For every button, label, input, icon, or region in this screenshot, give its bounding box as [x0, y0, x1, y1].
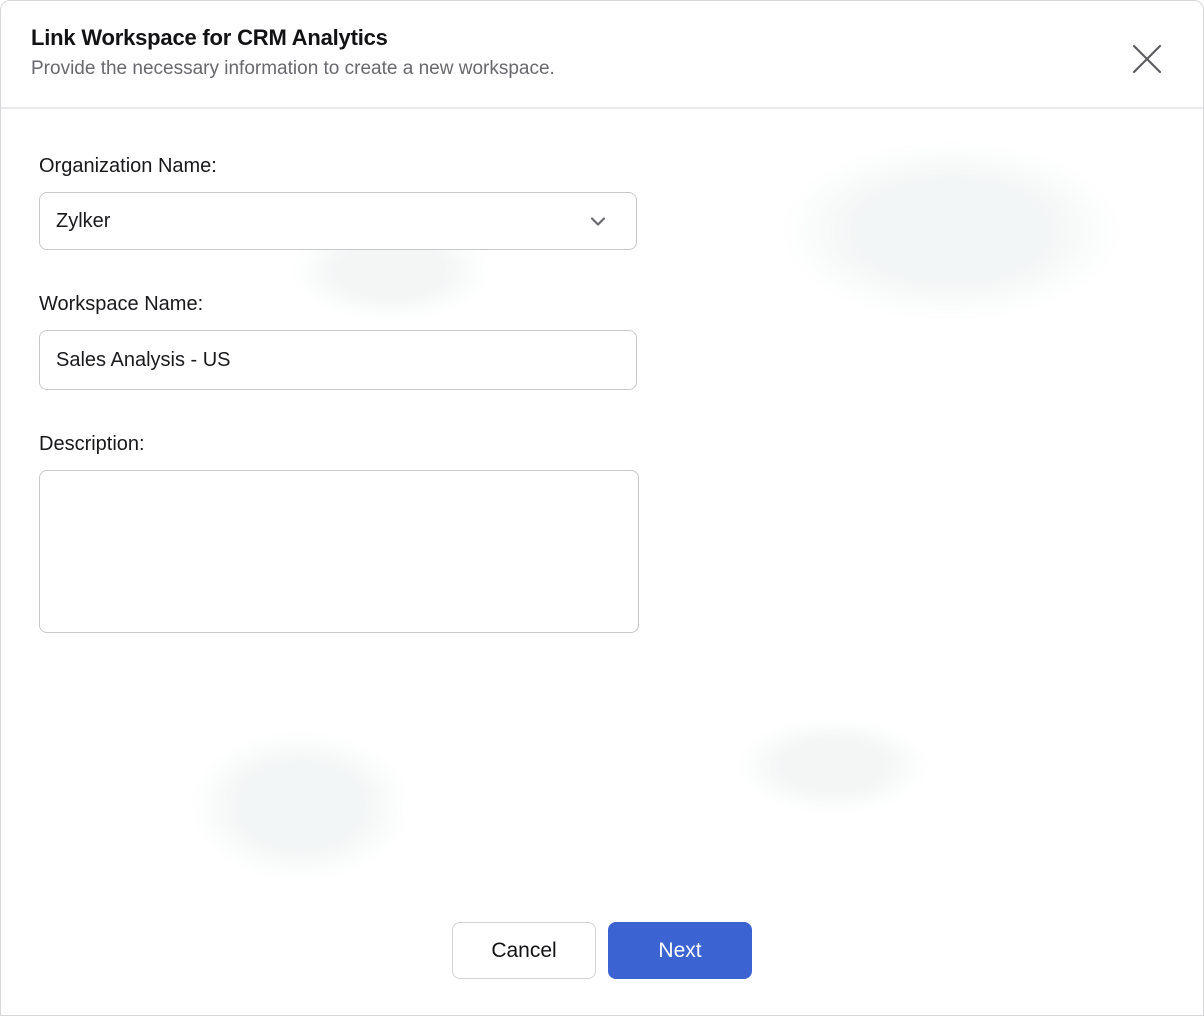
- link-workspace-dialog: Link Workspace for CRM Analytics Provide…: [0, 0, 1204, 1016]
- dialog-title: Link Workspace for CRM Analytics: [31, 25, 1173, 51]
- workspace-name-field-group: Workspace Name:: [39, 293, 1203, 390]
- organization-name-label: Organization Name:: [39, 155, 1203, 178]
- chevron-down-icon: [586, 209, 610, 233]
- description-label: Description:: [39, 433, 1203, 456]
- cancel-button[interactable]: Cancel: [452, 922, 596, 979]
- close-icon: [1130, 42, 1164, 76]
- organization-select-value: Zylker: [56, 210, 110, 233]
- dialog-subtitle: Provide the necessary information to cre…: [31, 58, 1173, 80]
- workspace-name-input[interactable]: [39, 330, 637, 390]
- next-button[interactable]: Next: [608, 922, 752, 979]
- workspace-name-label: Workspace Name:: [39, 293, 1203, 316]
- dialog-footer: Cancel Next: [1, 922, 1203, 979]
- workspace-form: Organization Name: Zylker Workspace Name…: [1, 111, 1203, 638]
- description-field-group: Description:: [39, 433, 1203, 638]
- description-textarea[interactable]: [39, 470, 639, 633]
- organization-select[interactable]: Zylker: [39, 192, 637, 250]
- dialog-body: Organization Name: Zylker Workspace Name…: [1, 111, 1203, 1015]
- dialog-header: Link Workspace for CRM Analytics Provide…: [1, 1, 1203, 109]
- close-button[interactable]: [1127, 39, 1167, 79]
- dialog-titles: Link Workspace for CRM Analytics Provide…: [31, 25, 1173, 80]
- organization-field-group: Organization Name: Zylker: [39, 155, 1203, 250]
